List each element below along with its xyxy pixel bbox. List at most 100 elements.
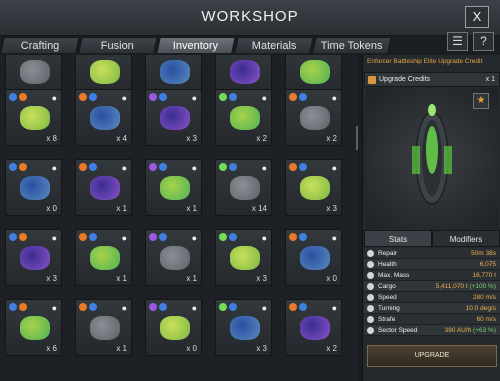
type-badge-icon <box>229 163 237 171</box>
type-badge-icon <box>89 93 97 101</box>
droplet-icon: ● <box>51 93 57 103</box>
item-quantity: x 1 <box>116 204 127 213</box>
health-icon <box>367 261 374 268</box>
sliders-icon: ☰ <box>452 34 463 48</box>
inventory-item[interactable]: ● x 1 <box>145 229 202 286</box>
repair-icon <box>367 250 374 257</box>
close-button[interactable]: X <box>465 6 489 28</box>
type-badge-icon <box>159 93 167 101</box>
ship-preview <box>366 88 498 229</box>
type-badge-icon <box>89 303 97 311</box>
tab-label: Inventory <box>173 40 219 52</box>
stat-label: Strafe <box>378 316 396 323</box>
type-badge-icon <box>19 93 27 101</box>
rarity-badge-icon <box>289 163 297 171</box>
inventory-item[interactable]: ● x 2 <box>285 89 342 146</box>
inventory-item[interactable]: ● x 1 <box>75 159 132 216</box>
stat-bonus: (+100 %) <box>469 283 496 290</box>
type-badge-icon <box>19 303 27 311</box>
stat-value: 6,075 <box>480 259 496 270</box>
item-quantity: x 6 <box>46 344 57 353</box>
stat-value-text: 50m 38s <box>471 250 496 257</box>
star-icon: ★ <box>473 93 489 109</box>
sector-speed-icon <box>367 327 374 334</box>
grid-scrollbar[interactable] <box>356 126 358 150</box>
stat-value-text: 280 m/s <box>472 294 496 301</box>
rarity-badge-icon <box>289 303 297 311</box>
stat-label: Turning <box>378 305 400 312</box>
stat-label: Cargo <box>378 283 396 290</box>
droplet-icon: ● <box>261 93 267 103</box>
inventory-item[interactable]: ● x 3 <box>215 299 272 356</box>
tab-time-tokens[interactable]: Time Tokens <box>312 37 392 53</box>
tab-crafting[interactable]: Crafting <box>0 37 80 53</box>
inventory-item[interactable]: ● x 1 <box>75 299 132 356</box>
item-quantity: x 3 <box>326 204 337 213</box>
stat-row-repair: Repair 50m 38s <box>364 248 500 259</box>
stat-value: 390 AU/h (+63 %) <box>444 325 496 336</box>
rarity-badge-icon <box>9 163 17 171</box>
upgrade-credit-count: x 1 <box>485 76 495 83</box>
type-badge-icon <box>159 163 167 171</box>
stat-value: 50m 38s <box>471 248 496 259</box>
item-image <box>90 246 120 270</box>
stat-label: Speed <box>378 294 397 301</box>
stat-label: Repair <box>378 250 398 257</box>
inventory-item[interactable]: ● x 3 <box>215 229 272 286</box>
rarity-badge-icon <box>219 233 227 241</box>
strafe-icon <box>367 316 374 323</box>
upgrade-button[interactable]: UPGRADE <box>367 345 497 367</box>
item-image <box>90 316 120 340</box>
rarity-badge-icon <box>9 93 17 101</box>
rarity-badge-icon <box>79 303 87 311</box>
item-quantity: x 0 <box>46 204 57 213</box>
type-badge-icon <box>19 163 27 171</box>
tab-modifiers[interactable]: Modifiers <box>432 230 500 247</box>
battleship-image <box>412 104 452 205</box>
item-image <box>300 316 330 340</box>
filter-button[interactable]: ☰ <box>447 32 468 51</box>
droplet-icon: ● <box>121 303 127 313</box>
item-quantity: x 3 <box>46 274 57 283</box>
item-image <box>230 176 260 200</box>
tab-stats[interactable]: Stats <box>364 230 432 247</box>
inventory-item[interactable]: ● x 0 <box>5 159 62 216</box>
inventory-item[interactable]: ● x 1 <box>75 229 132 286</box>
tab-materials[interactable]: Materials <box>234 37 314 53</box>
inventory-item[interactable]: ● x 8 <box>5 89 62 146</box>
inventory-item[interactable]: ● x 0 <box>145 299 202 356</box>
tab-fusion[interactable]: Fusion <box>78 37 158 53</box>
item-image <box>90 176 120 200</box>
rarity-badge-icon <box>149 93 157 101</box>
stat-value-text: 10.0 deg/s <box>465 305 496 312</box>
tab-inventory[interactable]: Inventory <box>156 37 236 53</box>
inventory-item[interactable]: ● x 3 <box>5 229 62 286</box>
inventory-item[interactable]: ● x 0 <box>285 229 342 286</box>
cargo-icon <box>367 283 374 290</box>
item-quantity: x 3 <box>256 274 267 283</box>
rarity-badge-icon <box>9 303 17 311</box>
inventory-item[interactable]: ● x 2 <box>215 89 272 146</box>
droplet-icon: ● <box>121 163 127 173</box>
rarity-badge-icon <box>219 93 227 101</box>
inventory-item[interactable]: ● x 2 <box>285 299 342 356</box>
inventory-item[interactable]: ● x 4 <box>75 89 132 146</box>
droplet-icon: ● <box>51 303 57 313</box>
droplet-icon: ● <box>51 233 57 243</box>
help-button[interactable]: ? <box>473 32 494 51</box>
inventory-item[interactable]: ● x 6 <box>5 299 62 356</box>
rarity-badge-icon <box>79 233 87 241</box>
stat-row-max-mass: Max. Mass 16,770 t <box>364 270 500 281</box>
tab-label: Fusion <box>101 40 135 52</box>
stat-value: 280 m/s <box>473 292 496 303</box>
inventory-item[interactable]: ● x 3 <box>285 159 342 216</box>
stat-row-cargo: Cargo 5,411,070 t (+100 %) <box>364 281 500 292</box>
item-quantity: x 0 <box>326 274 337 283</box>
droplet-icon: ● <box>331 233 337 243</box>
item-quantity: x 3 <box>186 134 197 143</box>
stat-value-text: 390 AU/h <box>444 327 472 334</box>
inventory-item[interactable]: ● x 1 <box>145 159 202 216</box>
inventory-item[interactable]: ● x 3 <box>145 89 202 146</box>
inventory-item[interactable]: ● x 14 <box>215 159 272 216</box>
item-image <box>300 60 330 84</box>
